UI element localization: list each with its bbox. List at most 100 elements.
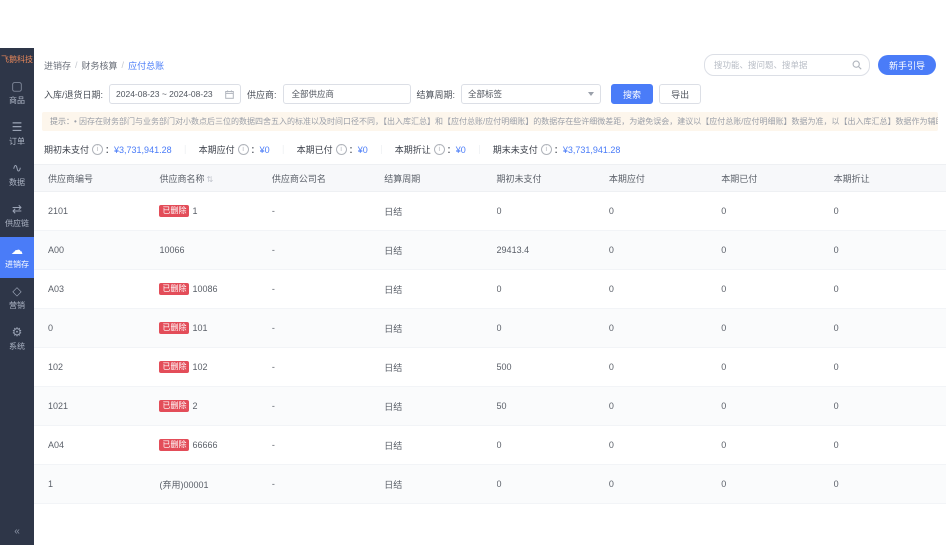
opening-unpaid-cell: 29413.4 xyxy=(496,230,609,270)
summary-item: 本期已付 i： ¥0 xyxy=(297,143,368,156)
company-name-cell: - xyxy=(271,425,385,465)
column-header: 本期折让 xyxy=(833,164,946,192)
page: 飞鹅科技 ▢ 商品 ☰ 订单 ∿ 数据 ⇄ 供应链 ☁ 进销存 ◇ 营销 ⚙ 系统 « 进销存 / 财务核算 /… xyxy=(0,0,946,545)
date-range-input[interactable]: 2024-08-23 ~ 2024-08-23 xyxy=(109,84,242,104)
supplier-name-cell: 已删除 102 xyxy=(159,347,272,387)
table-body: 2101 已删除 1- 日结 0 0 0 0 A00 10066- 日结 29413.4 0 0 0 A03 已… xyxy=(34,191,946,504)
breadcrumb-separator: / xyxy=(121,60,125,70)
newbie-guide-button[interactable]: 新手引导 xyxy=(877,55,936,75)
current-payable-cell: 0 xyxy=(608,191,722,231)
table-row[interactable]: 0 已删除 101- 日结 0 0 0 0 xyxy=(34,308,946,348)
info-icon[interactable]: i xyxy=(433,144,445,155)
topbar-right: 新手引导 xyxy=(703,54,936,76)
sort-icon[interactable]: ⇅ xyxy=(206,175,213,184)
sidebar-item-system[interactable]: ⚙ 系统 xyxy=(0,319,34,360)
supplier-name-cell: 已删除 2 xyxy=(159,386,272,426)
current-payable-cell: 0 xyxy=(608,230,722,270)
current-discount-cell: 0 xyxy=(833,464,946,504)
company-name-cell: - xyxy=(271,386,385,426)
company-name-cell: - xyxy=(271,191,385,231)
opening-unpaid-cell: 0 xyxy=(496,191,609,231)
sidebar-collapse-icon[interactable]: « xyxy=(14,526,20,537)
sidebar-item-data[interactable]: ∿ 数据 xyxy=(0,155,34,196)
export-button[interactable]: 导出 xyxy=(659,84,702,104)
sidebar-item-supply-chain[interactable]: ⇄ 供应链 xyxy=(0,196,34,237)
opening-unpaid-cell: 0 xyxy=(496,269,609,309)
search-input[interactable] xyxy=(711,59,852,71)
sidebar-item-label: 供应链 xyxy=(5,219,29,229)
settlement-period-cell: 日结 xyxy=(384,191,497,231)
inventory-icon: ☁ xyxy=(11,243,23,258)
search-icon xyxy=(852,60,862,70)
summary-colon: ： xyxy=(553,145,563,155)
supplier-code-cell: 1021 xyxy=(34,386,160,426)
supply-icon: ⇄ xyxy=(11,202,23,217)
period-filter-label: 结算周期: xyxy=(416,89,456,100)
box-icon: ▢ xyxy=(11,79,23,94)
search-button[interactable]: 搜索 xyxy=(611,84,654,104)
supplier-filter-input[interactable] xyxy=(289,88,404,100)
settlement-period-cell: 日结 xyxy=(384,464,497,504)
notice-text: • 因存在财务部门与业务部门对小数点后三位的数据四舍五入的标准以及时间口径不同，… xyxy=(74,117,938,126)
company-name-cell: - xyxy=(271,347,385,387)
breadcrumb-item[interactable]: 应付总账 xyxy=(128,59,164,72)
current-discount-cell: 0 xyxy=(833,308,946,348)
table-row[interactable]: 2101 已删除 1- 日结 0 0 0 0 xyxy=(34,191,946,231)
column-header: 供应商名称 ⇅ xyxy=(159,164,272,192)
sidebar-item-goods[interactable]: ▢ 商品 xyxy=(0,73,34,114)
table-header-row: 供应商编号 供应商名称 ⇅ 供应商公司名 结算周期 期初未支付 本期应付 本期已付 本期折让 xyxy=(34,164,946,192)
table-row[interactable]: A03 已删除 10086- 日结 0 0 0 0 xyxy=(34,269,946,309)
supplier-code-cell: 2101 xyxy=(34,191,160,231)
settlement-period-cell: 日结 xyxy=(384,230,497,270)
app-logo: 飞鹅科技 xyxy=(1,55,33,64)
summary-item: 期初未支付 i： ¥3,731,941.28 xyxy=(44,143,172,156)
current-discount-cell: 0 xyxy=(833,230,946,270)
info-icon[interactable]: i xyxy=(237,144,249,155)
company-name-cell: - xyxy=(271,269,385,309)
table-row[interactable]: 102 已删除 102- 日结 500 0 0 0 xyxy=(34,347,946,387)
column-header: 本期已付 xyxy=(721,164,834,192)
supplier-code-cell: A00 xyxy=(34,230,160,270)
period-select[interactable]: 全部标签 xyxy=(461,84,602,104)
supplier-code-cell: A03 xyxy=(34,269,160,309)
summary-item-label: 本期折让 xyxy=(394,145,431,155)
app-window: 飞鹅科技 ▢ 商品 ☰ 订单 ∿ 数据 ⇄ 供应链 ☁ 进销存 ◇ 营销 ⚙ 系统 « 进销存 / 财务核算 /… xyxy=(0,48,946,545)
column-header: 供应商编号 xyxy=(34,164,160,192)
sidebar-item-marketing[interactable]: ◇ 营销 xyxy=(0,278,34,319)
table-row[interactable]: A04 已删除 66666- 日结 0 0 0 0 xyxy=(34,425,946,465)
sidebar-item-inventory[interactable]: ☁ 进销存 xyxy=(0,237,34,279)
info-icon[interactable]: i xyxy=(335,144,347,155)
chart-icon: ∿ xyxy=(11,161,23,176)
info-icon[interactable]: i xyxy=(540,144,552,155)
global-search[interactable] xyxy=(703,54,870,76)
table-row[interactable]: 1 (弃用)00001- 日结 0 0 0 0 xyxy=(34,464,946,504)
sidebar-item-orders[interactable]: ☰ 订单 xyxy=(0,114,34,155)
deleted-badge: 已删除 xyxy=(159,283,190,295)
deleted-badge: 已删除 xyxy=(159,400,190,412)
sidebar-item-label: 数据 xyxy=(9,178,25,188)
supplier-filter-field[interactable] xyxy=(282,84,411,104)
current-paid-cell: 0 xyxy=(721,269,834,309)
table-row[interactable]: A00 10066- 日结 29413.4 0 0 0 xyxy=(34,230,946,270)
summary-colon: ： xyxy=(250,145,260,155)
company-name-cell: - xyxy=(271,464,385,504)
summary-divider: ｜ xyxy=(180,145,190,155)
suppliers-table: 供应商编号 供应商名称 ⇅ 供应商公司名 结算周期 期初未支付 本期应付 本期已付 本期折让 2… xyxy=(34,164,946,545)
table-row[interactable]: 1021 已删除 2- 日结 50 0 0 0 xyxy=(34,386,946,426)
current-paid-cell: 0 xyxy=(721,464,834,504)
column-header: 期初未支付 xyxy=(496,164,609,192)
current-discount-cell: 0 xyxy=(833,347,946,387)
sidebar-nav: ▢ 商品 ☰ 订单 ∿ 数据 ⇄ 供应链 ☁ 进销存 ◇ 营销 ⚙ 系统 xyxy=(0,73,34,360)
summary-item-label: 期初未支付 xyxy=(44,145,90,155)
settlement-period-cell: 日结 xyxy=(384,269,497,309)
breadcrumb-item[interactable]: 进销存 xyxy=(44,59,71,72)
breadcrumb-item[interactable]: 财务核算 xyxy=(82,59,118,72)
info-icon[interactable]: i xyxy=(92,144,104,155)
deleted-badge: 已删除 xyxy=(159,322,190,334)
order-icon: ☰ xyxy=(11,120,23,135)
company-name-cell: - xyxy=(271,308,385,348)
current-paid-cell: 0 xyxy=(721,308,834,348)
marketing-icon: ◇ xyxy=(12,284,22,299)
supplier-code-cell: 1 xyxy=(34,464,160,504)
notice-bar: 提示：• 因存在财务部门与业务部门对小数点后三位的数据四舍五入的标准以及时间口径… xyxy=(42,112,938,131)
